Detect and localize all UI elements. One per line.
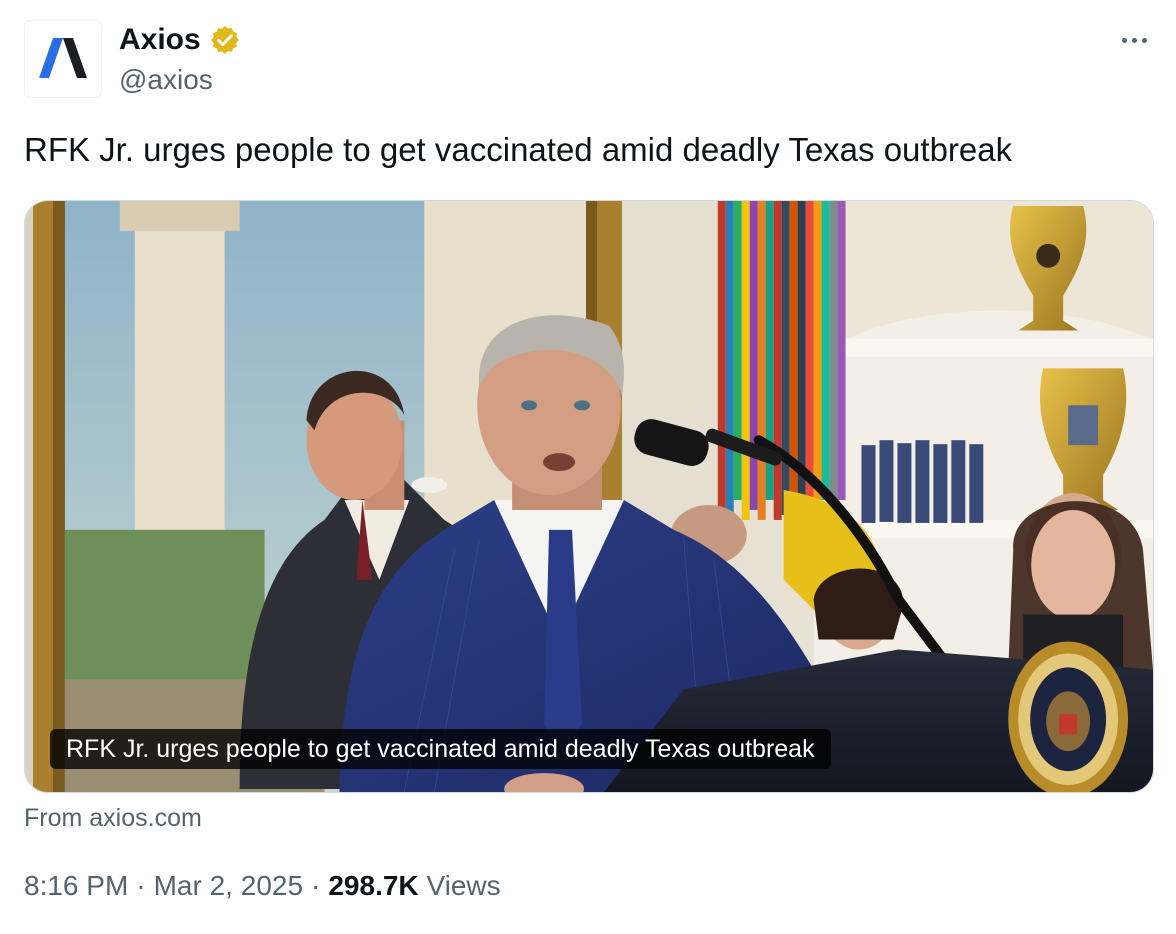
author-handle[interactable]: @axios bbox=[119, 63, 213, 97]
link-source[interactable]: From axios.com bbox=[24, 802, 202, 834]
tweet-time[interactable]: 8:16 PM bbox=[24, 870, 128, 901]
tweet-card: Axios @axios RFK Jr. urges people to get… bbox=[0, 0, 1176, 934]
more-options-icon[interactable] bbox=[1116, 28, 1152, 52]
author-name-row[interactable]: Axios bbox=[119, 22, 241, 58]
meta-separator: · bbox=[136, 870, 146, 901]
more-dot bbox=[1131, 37, 1137, 43]
media-card[interactable]: RFK Jr. urges people to get vaccinated a… bbox=[24, 200, 1154, 793]
views-label: Views bbox=[426, 870, 501, 901]
tweet-text: RFK Jr. urges people to get vaccinated a… bbox=[24, 131, 1013, 168]
more-dot bbox=[1121, 37, 1127, 43]
media-caption: RFK Jr. urges people to get vaccinated a… bbox=[50, 729, 831, 769]
more-dot bbox=[1141, 37, 1147, 43]
author-avatar[interactable] bbox=[24, 20, 102, 98]
views-count[interactable]: 298.7K bbox=[328, 870, 418, 901]
meta-separator: · bbox=[311, 870, 321, 901]
verified-badge-icon[interactable] bbox=[209, 24, 241, 56]
tweet-meta: 8:16 PM · Mar 2, 2025 · 298.7K Views bbox=[24, 866, 501, 906]
tweet-date[interactable]: Mar 2, 2025 bbox=[154, 870, 303, 901]
author-display-name[interactable]: Axios bbox=[119, 22, 201, 58]
axios-logo-icon bbox=[39, 38, 87, 78]
article-photo bbox=[25, 201, 1153, 792]
